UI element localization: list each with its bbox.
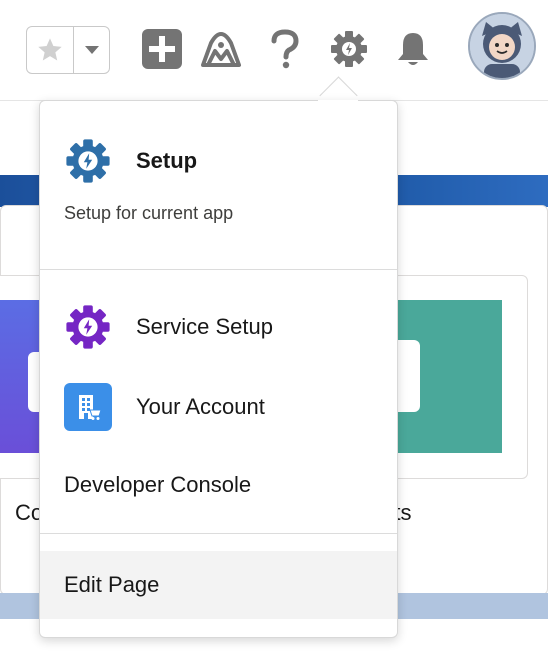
global-actions-button[interactable] bbox=[139, 26, 185, 72]
service-setup-gear-icon bbox=[66, 305, 110, 349]
edit-page-label: Edit Page bbox=[64, 572, 160, 597]
global-header bbox=[0, 0, 548, 101]
guidance-center-button[interactable] bbox=[198, 26, 244, 72]
service-setup-label: Service Setup bbox=[136, 314, 273, 339]
your-account-menu-item[interactable]: Your Account bbox=[40, 376, 397, 438]
menu-divider bbox=[40, 269, 397, 270]
favorites-button-group bbox=[26, 26, 110, 74]
astro-avatar-icon bbox=[470, 14, 534, 78]
chevron-down-icon bbox=[84, 46, 99, 54]
service-setup-menu-item[interactable]: Service Setup bbox=[40, 296, 397, 358]
setup-menu-subtitle: Setup for current app bbox=[64, 203, 234, 223]
trailhead-icon bbox=[201, 32, 241, 67]
menu-divider bbox=[40, 533, 397, 534]
favorites-star-button[interactable] bbox=[27, 27, 74, 73]
bell-icon bbox=[398, 33, 428, 65]
edit-page-menu-item[interactable]: Edit Page bbox=[40, 551, 397, 619]
setup-menu-item[interactable]: Setup bbox=[64, 137, 197, 185]
calendar-icon bbox=[398, 340, 420, 412]
user-avatar[interactable] bbox=[468, 12, 536, 80]
star-icon bbox=[38, 38, 62, 61]
account-building-icon bbox=[64, 383, 112, 431]
favorites-menu-button[interactable] bbox=[74, 27, 109, 73]
developer-console-menu-item[interactable]: Developer Console bbox=[40, 454, 397, 516]
plus-icon bbox=[142, 29, 182, 69]
gear-icon bbox=[331, 31, 367, 67]
setup-menu-title: Setup bbox=[136, 148, 198, 173]
notifications-button[interactable] bbox=[390, 26, 436, 72]
setup-menu-dropdown: Setup Setup for current app Service Setu… bbox=[39, 100, 398, 638]
your-account-label: Your Account bbox=[136, 394, 265, 419]
setup-gear-button[interactable] bbox=[326, 26, 372, 72]
developer-console-label: Developer Console bbox=[64, 472, 252, 497]
dropdown-caret-mask bbox=[318, 100, 358, 114]
setup-gear-icon bbox=[66, 139, 110, 183]
help-button[interactable] bbox=[262, 26, 308, 72]
question-icon bbox=[271, 29, 299, 69]
